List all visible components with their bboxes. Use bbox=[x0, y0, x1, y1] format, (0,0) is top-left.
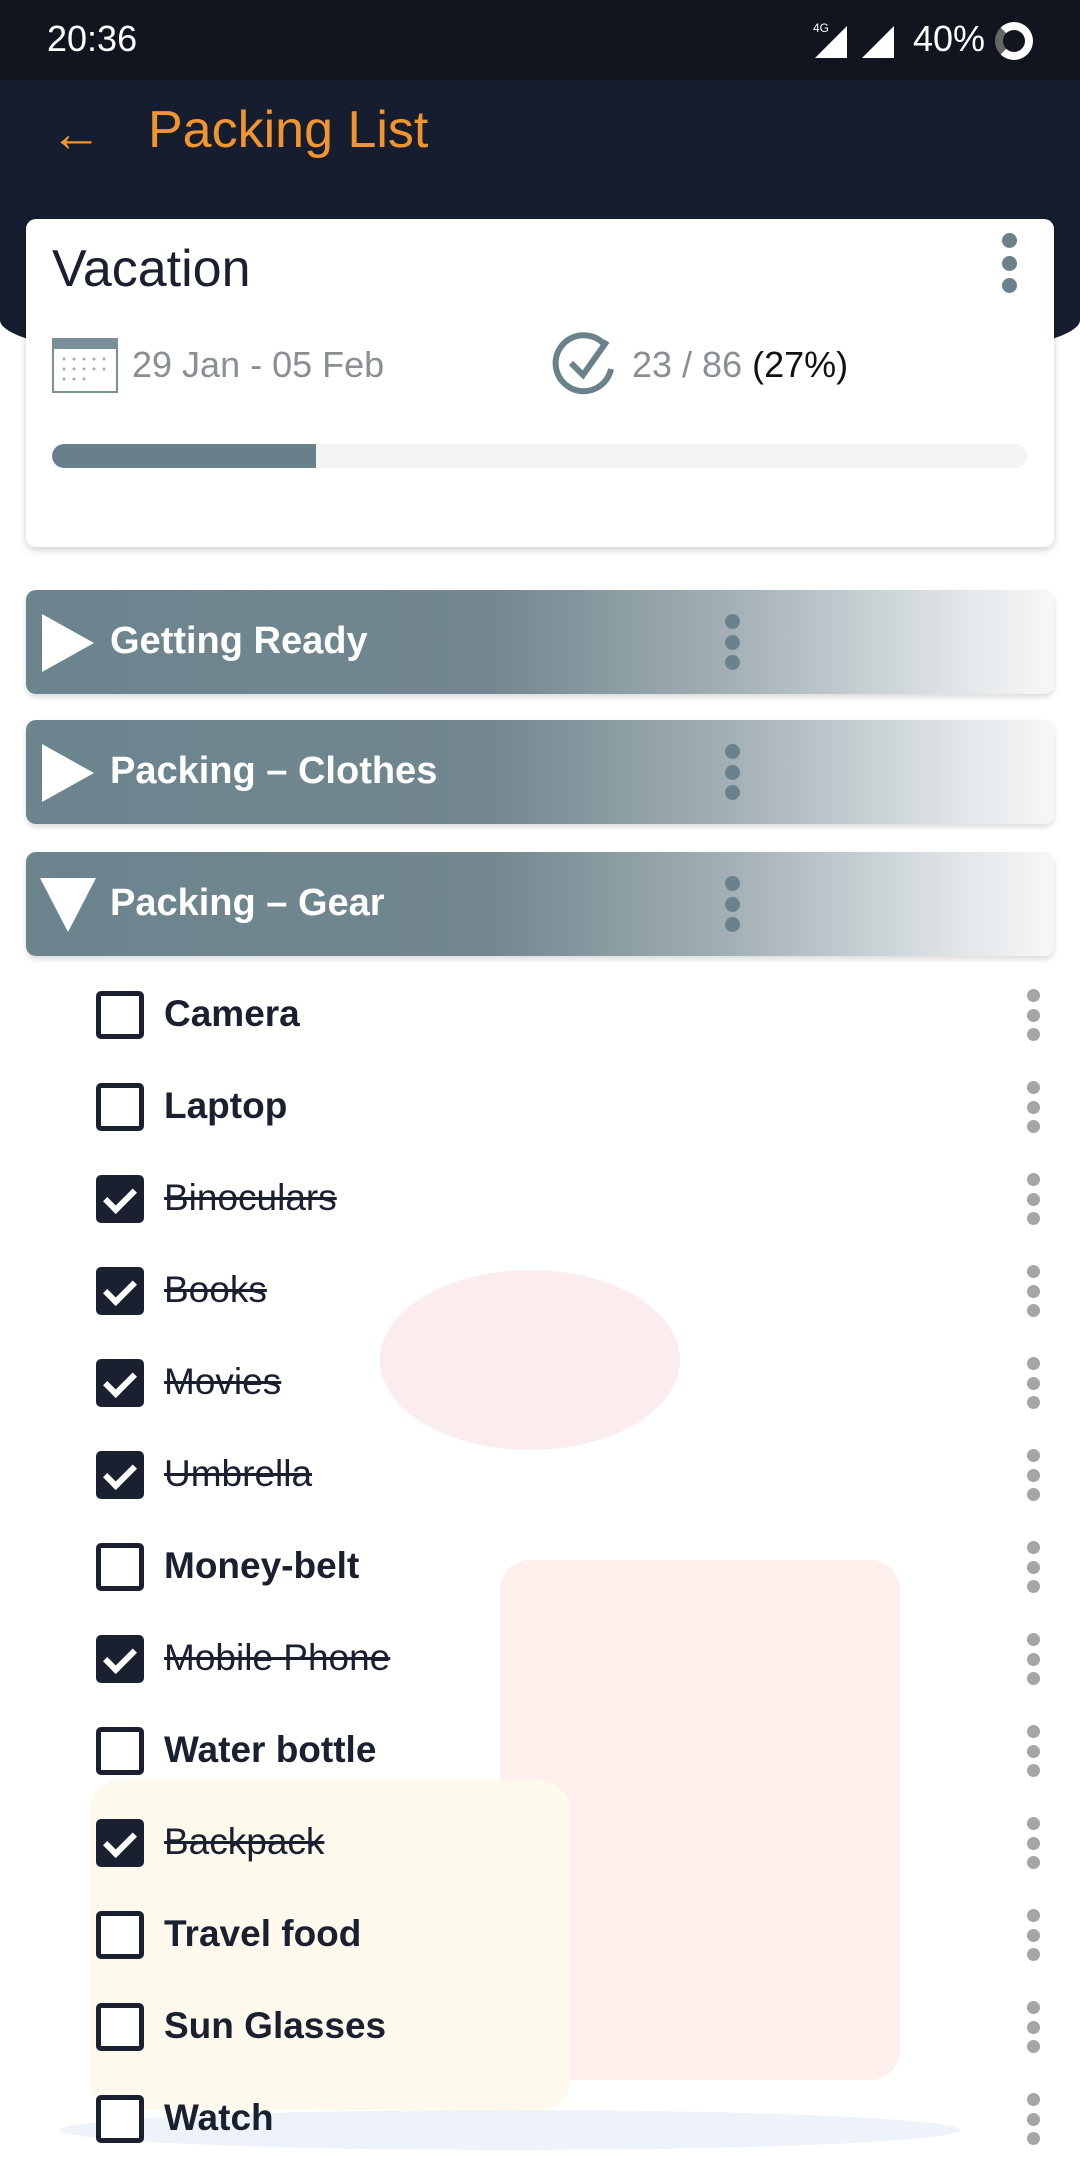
check-circle-icon bbox=[552, 332, 614, 395]
trip-card[interactable]: Vacation 29 Jan - 05 Feb 23 / 86 (27%) bbox=[26, 219, 1054, 547]
item-checkbox[interactable] bbox=[96, 1175, 144, 1223]
item-checkbox[interactable] bbox=[96, 1727, 144, 1775]
item-label: Travel food bbox=[164, 1913, 362, 1954]
group-header[interactable]: Getting Ready bbox=[26, 590, 1054, 694]
item-menu-button[interactable] bbox=[1024, 1265, 1042, 1317]
item-menu-button[interactable] bbox=[1024, 1909, 1042, 1961]
item-menu-button[interactable] bbox=[1024, 2001, 1042, 2053]
item-label: Binoculars bbox=[164, 1177, 337, 1218]
list-item[interactable]: Binoculars bbox=[0, 1153, 1080, 1245]
item-menu-button[interactable] bbox=[1024, 1173, 1042, 1225]
item-label: Umbrella bbox=[164, 1453, 313, 1494]
group-label: Packing – Gear bbox=[110, 882, 385, 924]
item-label: Camera bbox=[164, 993, 300, 1034]
item-checkbox[interactable] bbox=[96, 1267, 144, 1315]
group-menu-button[interactable] bbox=[723, 744, 741, 800]
trip-name: Vacation bbox=[52, 240, 251, 298]
list-item[interactable]: Mobile Phone bbox=[0, 1613, 1080, 1705]
item-label: Sun Glasses bbox=[164, 2005, 387, 2046]
item-menu-button[interactable] bbox=[1024, 1817, 1042, 1869]
item-label: Mobile Phone bbox=[164, 1637, 391, 1678]
item-checkbox[interactable] bbox=[96, 1635, 144, 1683]
item-menu-button[interactable] bbox=[1024, 1357, 1042, 1409]
item-checkbox[interactable] bbox=[96, 1083, 144, 1131]
item-menu-button[interactable] bbox=[1024, 989, 1042, 1041]
group-label: Packing – Clothes bbox=[110, 750, 438, 792]
item-checkbox[interactable] bbox=[96, 1451, 144, 1499]
status-time: 20:36 bbox=[47, 18, 138, 59]
list-item[interactable]: Movies bbox=[0, 1337, 1080, 1429]
calendar-icon bbox=[52, 338, 118, 393]
item-label: Water bottle bbox=[164, 1729, 377, 1770]
page-title: Packing List bbox=[148, 101, 429, 159]
battery-icon bbox=[995, 22, 1033, 60]
item-label: Laptop bbox=[164, 1085, 288, 1126]
list-item[interactable]: Books bbox=[0, 1245, 1080, 1337]
item-label: Money-belt bbox=[164, 1545, 360, 1586]
item-checkbox[interactable] bbox=[96, 1359, 144, 1407]
group-menu-button[interactable] bbox=[723, 876, 741, 932]
list-item[interactable]: Watch bbox=[0, 2073, 1080, 2165]
item-menu-button[interactable] bbox=[1024, 1449, 1042, 1501]
trip-dates: 29 Jan - 05 Feb bbox=[132, 344, 385, 385]
svg-text:4G: 4G bbox=[813, 22, 829, 35]
mobile-signal-icon: 4G bbox=[813, 22, 847, 58]
group-header[interactable]: Packing – Clothes bbox=[26, 720, 1054, 824]
back-button[interactable]: ← bbox=[50, 108, 102, 160]
list-item[interactable]: Umbrella bbox=[0, 1429, 1080, 1521]
signal-icon bbox=[862, 26, 894, 58]
item-menu-button[interactable] bbox=[1024, 1633, 1042, 1685]
status-bar: 20:36 4G 40% bbox=[0, 0, 1080, 80]
list-item[interactable]: Money-belt bbox=[0, 1521, 1080, 1613]
expand-triangle-icon[interactable] bbox=[42, 744, 94, 802]
expand-triangle-icon[interactable] bbox=[42, 614, 94, 672]
item-label: Watch bbox=[164, 2097, 274, 2138]
item-label: Backpack bbox=[164, 1821, 325, 1862]
item-menu-button[interactable] bbox=[1024, 2093, 1042, 2145]
progress-fill bbox=[52, 444, 316, 468]
item-menu-button[interactable] bbox=[1024, 1725, 1042, 1777]
list-item[interactable]: Laptop bbox=[0, 1061, 1080, 1153]
list-item[interactable]: Sun Glasses bbox=[0, 1981, 1080, 2073]
progress-count: 23 / 86 (27%) bbox=[632, 344, 849, 385]
list-item[interactable]: Water bottle bbox=[0, 1705, 1080, 1797]
item-checkbox[interactable] bbox=[96, 991, 144, 1039]
item-checkbox[interactable] bbox=[96, 2095, 144, 2143]
collapse-triangle-icon[interactable] bbox=[40, 878, 96, 932]
group-label: Getting Ready bbox=[110, 620, 368, 662]
item-checkbox[interactable] bbox=[96, 2003, 144, 2051]
item-checkbox[interactable] bbox=[96, 1911, 144, 1959]
item-checkbox[interactable] bbox=[96, 1543, 144, 1591]
item-label: Movies bbox=[164, 1361, 282, 1402]
group-header[interactable]: Packing – Gear bbox=[26, 852, 1054, 956]
battery-level: 40% bbox=[913, 18, 986, 59]
trip-menu-button[interactable] bbox=[1000, 233, 1018, 293]
list-item[interactable]: Camera bbox=[0, 969, 1080, 1061]
item-menu-button[interactable] bbox=[1024, 1081, 1042, 1133]
progress-bar bbox=[52, 444, 1028, 468]
item-checkbox[interactable] bbox=[96, 1819, 144, 1867]
progress-percent: (27%) bbox=[752, 344, 849, 385]
list-item[interactable]: Backpack bbox=[0, 1797, 1080, 1889]
list-item[interactable]: Travel food bbox=[0, 1889, 1080, 1981]
item-label: Books bbox=[164, 1269, 267, 1310]
item-menu-button[interactable] bbox=[1024, 1541, 1042, 1593]
group-menu-button[interactable] bbox=[723, 614, 741, 670]
